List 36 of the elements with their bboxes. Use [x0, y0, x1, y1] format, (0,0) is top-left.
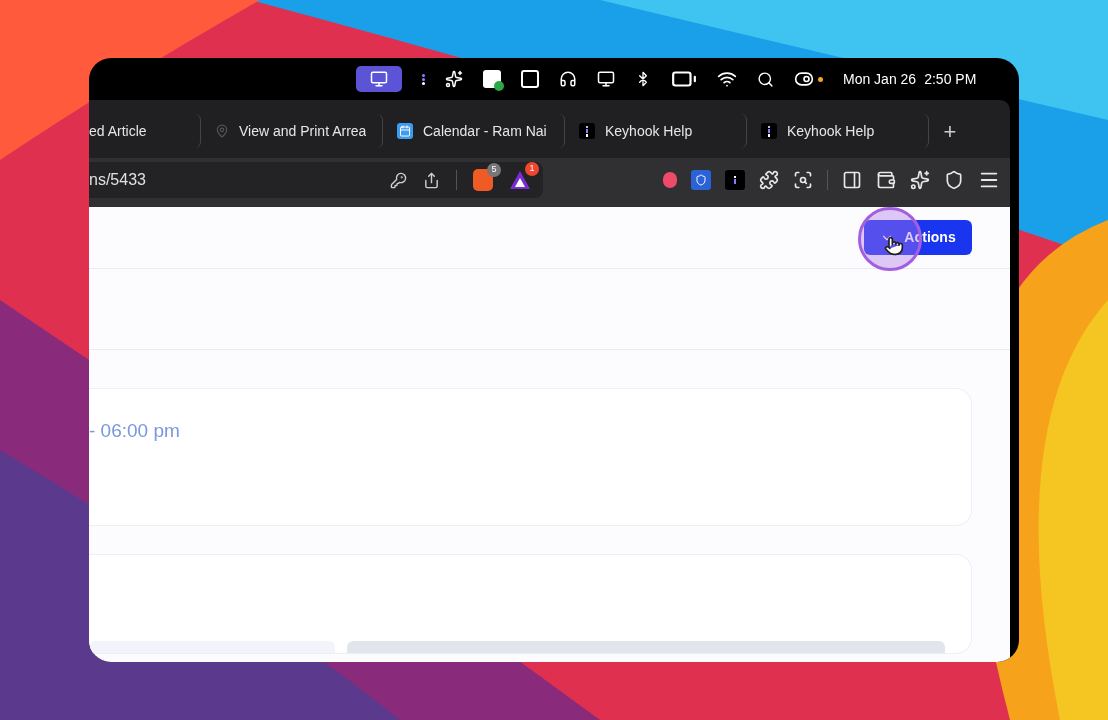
pointer-icon — [884, 236, 904, 256]
browser-tab[interactable]: Keyhook Help — [565, 114, 747, 148]
calendar-icon — [397, 123, 413, 139]
new-tab-button[interactable]: + — [935, 116, 965, 146]
key-icon[interactable] — [390, 171, 407, 189]
browser-tab[interactable]: Keyhook Help — [747, 114, 929, 148]
menu-bar-time: 2:50 PM — [924, 69, 977, 89]
inspect-icon[interactable] — [793, 170, 813, 190]
control-center-icon[interactable] — [794, 69, 814, 89]
keyhook-extension-icon[interactable] — [725, 170, 745, 190]
sidebar-icon[interactable] — [842, 170, 862, 190]
screen-share-icon[interactable] — [356, 66, 402, 92]
pin-icon — [215, 124, 229, 138]
keyhook-icon — [579, 123, 595, 139]
keyhook-icon — [761, 123, 777, 139]
search-icon[interactable] — [757, 70, 774, 88]
sparkle-icon[interactable] — [910, 170, 930, 190]
shield-icon[interactable] — [944, 170, 964, 190]
browser-tab[interactable]: Calendar - Ram Nai — [383, 114, 565, 148]
keyhook-icon[interactable] — [422, 73, 425, 85]
wifi-icon[interactable] — [717, 69, 737, 89]
monitor-icon[interactable] — [597, 70, 615, 88]
share-icon[interactable] — [423, 171, 440, 189]
browser-tab[interactable]: View and Print Arrea — [201, 114, 383, 148]
address-bar[interactable]: ns/5433 5 1 — [89, 162, 543, 198]
browser-tab[interactable]: ed Article — [89, 114, 201, 148]
headphones-icon[interactable] — [559, 70, 577, 88]
rewards-button[interactable] — [509, 170, 531, 190]
shields-count: 5 — [487, 163, 501, 177]
menu-bar-date: Mon Jan 26 — [843, 69, 917, 89]
puzzle-icon[interactable] — [759, 170, 779, 190]
wallet-icon[interactable] — [876, 170, 896, 190]
rewards-count: 1 — [525, 162, 539, 176]
bitwarden-icon[interactable] — [691, 170, 711, 190]
shields-button[interactable] — [473, 169, 493, 191]
event-time: - 06:00 pm — [89, 420, 180, 441]
